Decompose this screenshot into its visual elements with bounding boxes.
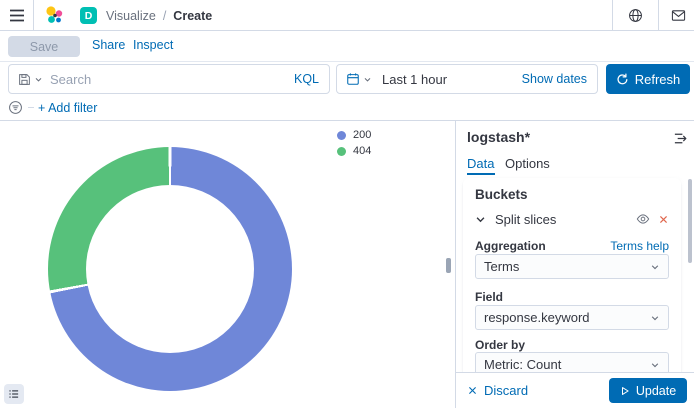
- top-nav-bar: [0, 0, 694, 31]
- breadcrumb-separator: /: [163, 9, 166, 23]
- search-input[interactable]: [50, 72, 284, 87]
- space-badge[interactable]: D: [80, 7, 97, 24]
- panel-resize-handle[interactable]: [446, 258, 451, 273]
- chevron-down-icon: [34, 75, 43, 84]
- collapse-panel-icon[interactable]: [673, 131, 688, 146]
- kibana-visualize-screen: D Visualize / Create Save Share Inspect …: [0, 0, 694, 408]
- field-label: Field: [475, 290, 503, 304]
- index-pattern-title: logstash*: [467, 129, 530, 145]
- tab-options[interactable]: Options: [505, 156, 550, 171]
- refresh-button[interactable]: Refresh: [606, 64, 690, 94]
- time-picker-menu[interactable]: [337, 72, 379, 86]
- chevron-down-icon: [650, 313, 660, 323]
- discard-button[interactable]: Discard: [467, 383, 528, 398]
- toggle-visibility-eye-icon[interactable]: [636, 212, 650, 226]
- chevron-down-icon: [650, 360, 660, 370]
- panel-scrollbar[interactable]: [688, 179, 692, 263]
- elastic-logo-icon[interactable]: [44, 5, 65, 26]
- time-picker: Last 1 hour Show dates: [336, 64, 598, 94]
- filter-dash: [28, 107, 34, 108]
- add-filter-button[interactable]: + Add filter: [38, 101, 97, 115]
- save-button[interactable]: Save: [8, 36, 80, 57]
- help-globe-icon[interactable]: [628, 8, 643, 23]
- buckets-card: Buckets Split slices Aggregation Terms: [463, 178, 681, 378]
- terms-help-link[interactable]: Terms help: [610, 239, 669, 253]
- chevron-down-icon: [650, 262, 660, 272]
- aggregation-label: Aggregation: [475, 239, 546, 253]
- update-label: Update: [636, 384, 676, 398]
- legend-swatch: [337, 131, 346, 140]
- tab-data[interactable]: Data: [467, 156, 494, 171]
- remove-bucket-x-icon[interactable]: [658, 214, 669, 225]
- chart-legend: 200 404: [337, 129, 371, 157]
- tab-data-underline: [467, 173, 495, 175]
- share-button[interactable]: Share: [92, 38, 125, 52]
- menu-icon[interactable]: [9, 8, 25, 23]
- floppy-disk-icon: [18, 73, 31, 86]
- discard-label: Discard: [484, 383, 528, 398]
- order-by-value: Metric: Count: [484, 357, 561, 372]
- split-slices-label: Split slices: [495, 212, 556, 227]
- query-input-bar: KQL: [8, 64, 330, 94]
- query-language-button[interactable]: KQL: [284, 72, 329, 86]
- donut-hole: [86, 185, 254, 353]
- play-icon: [620, 386, 630, 396]
- field-select[interactable]: response.keyword: [475, 305, 669, 330]
- field-value: response.keyword: [484, 310, 590, 325]
- refresh-label: Refresh: [635, 72, 681, 87]
- aggregation-select[interactable]: Terms: [475, 254, 669, 279]
- x-icon: [467, 385, 478, 396]
- chevron-down-icon: [363, 75, 372, 84]
- topbar-divider: [658, 0, 659, 31]
- saved-query-menu[interactable]: [9, 73, 50, 86]
- list-icon: [8, 388, 20, 400]
- inspect-button[interactable]: Inspect: [133, 38, 173, 52]
- panel-footer: Discard Update: [456, 372, 694, 408]
- filter-settings-icon[interactable]: [8, 100, 23, 115]
- legend-toggle-button[interactable]: [4, 384, 24, 404]
- legend-label: 404: [353, 145, 371, 157]
- breadcrumb: Visualize / Create: [106, 0, 212, 31]
- legend-label: 200: [353, 129, 371, 141]
- legend-item[interactable]: 200: [337, 129, 371, 141]
- legend-swatch: [337, 147, 346, 156]
- buckets-title: Buckets: [475, 187, 528, 202]
- split-slices-row[interactable]: Split slices: [475, 210, 669, 228]
- chevron-down-icon: [475, 214, 486, 225]
- refresh-icon: [616, 73, 629, 86]
- update-button[interactable]: Update: [609, 378, 687, 403]
- legend-item[interactable]: 404: [337, 145, 371, 157]
- time-range-value[interactable]: Last 1 hour: [382, 72, 447, 87]
- newsfeed-mail-icon[interactable]: [671, 8, 686, 23]
- topbar-divider: [33, 0, 34, 31]
- topbar-divider: [612, 0, 613, 31]
- vis-editor-panel: logstash* Data Options Buckets Split sli…: [455, 121, 694, 408]
- order-by-label: Order by: [475, 338, 525, 352]
- breadcrumb-page: Create: [173, 9, 212, 23]
- calendar-icon: [346, 72, 360, 86]
- show-dates-button[interactable]: Show dates: [512, 72, 597, 86]
- aggregation-value: Terms: [484, 259, 519, 274]
- breadcrumb-section[interactable]: Visualize: [106, 9, 156, 23]
